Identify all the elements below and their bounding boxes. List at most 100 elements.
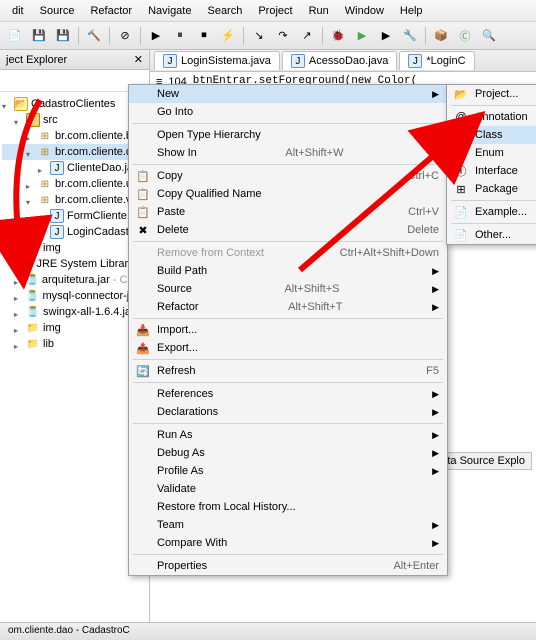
menu-item-new[interactable]: New▶ <box>129 85 447 103</box>
resume-icon[interactable]: ▶ <box>145 25 167 47</box>
menu-item-debug-as[interactable]: Debug As▶ <box>129 444 447 462</box>
new-pkg-icon[interactable]: 📦 <box>430 25 452 47</box>
editor-tab[interactable]: J*LoginC <box>399 51 474 70</box>
tree-item[interactable]: ⊞br.com.cliente.vie <box>2 192 147 208</box>
twist-icon[interactable] <box>14 116 23 125</box>
twist-icon[interactable] <box>14 308 23 317</box>
menu-item-refresh[interactable]: 🔄RefreshF5 <box>129 362 447 380</box>
step-return-icon[interactable]: ↗ <box>296 25 318 47</box>
tree-item[interactable]: ⊞br.com.cliente.dao <box>2 144 147 160</box>
menu-item-open-type-hierarchy[interactable]: Open Type HierarchyF4 <box>129 126 447 144</box>
menu-item-class[interactable]: ⒸClass <box>447 126 536 144</box>
twist-icon[interactable] <box>2 100 11 109</box>
menu-item-example-[interactable]: 📄Example... <box>447 203 536 221</box>
tree-item[interactable]: ⊞br.com.cliente.bea <box>2 128 147 144</box>
twist-icon[interactable] <box>26 148 35 157</box>
menu-item-validate[interactable]: Validate <box>129 480 447 498</box>
menu-item-interface[interactable]: ⒾInterface <box>447 162 536 180</box>
menu-edit[interactable]: dit <box>4 2 32 20</box>
twist-icon[interactable] <box>38 228 47 237</box>
twist-icon[interactable] <box>14 276 23 285</box>
tree-item[interactable]: 📂CadastroClientes <box>2 96 147 112</box>
open-type-icon[interactable]: 🔍 <box>478 25 500 47</box>
menu-help[interactable]: Help <box>392 2 431 20</box>
menu-item-team[interactable]: Team▶ <box>129 516 447 534</box>
twist-icon[interactable] <box>14 244 23 253</box>
menu-item-show-in[interactable]: Show InAlt+Shift+W▶ <box>129 144 447 162</box>
save-icon[interactable]: 💾 <box>28 25 50 47</box>
twist-icon[interactable] <box>14 340 23 349</box>
menu-search[interactable]: Search <box>199 2 250 20</box>
new-icon[interactable]: 📄 <box>4 25 26 47</box>
ext-tools-icon[interactable]: 🔧 <box>399 25 421 47</box>
tree-item[interactable]: 🫙mysql-connector-java <box>2 288 147 304</box>
twist-icon[interactable] <box>38 164 47 173</box>
menu-item-copy[interactable]: 📋CopyCtrl+C <box>129 167 447 185</box>
twist-icon[interactable] <box>14 260 18 269</box>
close-icon[interactable]: ✕ <box>134 53 143 66</box>
menu-window[interactable]: Window <box>337 2 392 20</box>
tree-item[interactable]: ⊞br.com.cliente.util <box>2 176 147 192</box>
project-tree[interactable]: 📂CadastroClientes📁src⊞br.com.cliente.bea… <box>0 92 149 640</box>
tree-item[interactable]: 🫙swingx-all-1.6.4.jar - <box>2 304 147 320</box>
step-over-icon[interactable]: ↷ <box>272 25 294 47</box>
menu-item-properties[interactable]: PropertiesAlt+Enter <box>129 557 447 575</box>
menu-item-references[interactable]: References▶ <box>129 385 447 403</box>
suspend-icon[interactable]: ⏸ <box>169 25 191 47</box>
twist-icon[interactable] <box>26 196 35 205</box>
menu-item-copy-qualified-name[interactable]: 📋Copy Qualified Name <box>129 185 447 203</box>
menu-item-import-[interactable]: 📥Import... <box>129 321 447 339</box>
menu-item-restore-from-local-history-[interactable]: Restore from Local History... <box>129 498 447 516</box>
disconnect-icon[interactable]: ⚡ <box>217 25 239 47</box>
menu-source[interactable]: Source <box>32 2 83 20</box>
project-explorer-tab[interactable]: ject Explorer ✕ <box>0 50 149 70</box>
tree-item[interactable]: 📁img <box>2 240 147 256</box>
twist-icon[interactable] <box>14 324 23 333</box>
menu-item-go-into[interactable]: Go Into <box>129 103 447 121</box>
editor-tab[interactable]: JLoginSistema.java <box>154 51 280 70</box>
menu-project[interactable]: Project <box>250 2 300 20</box>
editor-tab[interactable]: JAcessoDao.java <box>282 51 398 70</box>
menu-item-delete[interactable]: ✖DeleteDelete <box>129 221 447 239</box>
tree-item[interactable]: JClienteDao.jav <box>2 160 147 176</box>
save-all-icon[interactable]: 💾 <box>52 25 74 47</box>
tree-item[interactable]: 📁lib <box>2 336 147 352</box>
skip-icon[interactable]: ⊘ <box>114 25 136 47</box>
menu-item-refactor[interactable]: RefactorAlt+Shift+T▶ <box>129 298 447 316</box>
tree-item[interactable]: 📁img <box>2 320 147 336</box>
menu-item-enum[interactable]: ⒺEnum <box>447 144 536 162</box>
menu-item-export-[interactable]: 📤Export... <box>129 339 447 357</box>
menu-item-project-[interactable]: 📂Project... <box>447 85 536 103</box>
tree-item[interactable]: 📁src <box>2 112 147 128</box>
tree-item[interactable]: 📚JRE System Library[Ja <box>2 256 147 272</box>
tree-item[interactable]: 🫙arquitetura.jar - C:\Us <box>2 272 147 288</box>
build-icon[interactable]: 🔨 <box>83 25 105 47</box>
menu-navigate[interactable]: Navigate <box>140 2 199 20</box>
tree-item[interactable]: JLoginCadastro <box>2 224 147 240</box>
new-class-icon[interactable]: Ⓒ <box>454 25 476 47</box>
debug-icon[interactable]: 🐞 <box>327 25 349 47</box>
twist-icon[interactable] <box>38 212 47 221</box>
menu-run[interactable]: Run <box>301 2 337 20</box>
menu-item-compare-with[interactable]: Compare With▶ <box>129 534 447 552</box>
twist-icon[interactable] <box>26 180 35 189</box>
explorer-toolbar <box>0 70 149 92</box>
run-last-icon[interactable]: ▶ <box>375 25 397 47</box>
tree-item[interactable]: JFormCliente.ja <box>2 208 147 224</box>
step-into-icon[interactable]: ↘ <box>248 25 270 47</box>
menu-item-profile-as[interactable]: Profile As▶ <box>129 462 447 480</box>
menu-item-build-path[interactable]: Build Path▶ <box>129 262 447 280</box>
toolbar-separator <box>322 27 323 45</box>
menu-item-run-as[interactable]: Run As▶ <box>129 426 447 444</box>
menu-item-package[interactable]: ⊞Package <box>447 180 536 198</box>
menu-item-declarations[interactable]: Declarations▶ <box>129 403 447 421</box>
menu-refactor[interactable]: Refactor <box>82 2 140 20</box>
menu-item-paste[interactable]: 📋PasteCtrl+V <box>129 203 447 221</box>
run-icon[interactable]: ▶ <box>351 25 373 47</box>
menu-item-annotation[interactable]: @Annotation <box>447 108 536 126</box>
menu-item-source[interactable]: SourceAlt+Shift+S▶ <box>129 280 447 298</box>
menu-item-other-[interactable]: 📄Other... <box>447 226 536 244</box>
twist-icon[interactable] <box>26 132 35 141</box>
twist-icon[interactable] <box>14 292 23 301</box>
stop-icon[interactable]: ⏹ <box>193 25 215 47</box>
